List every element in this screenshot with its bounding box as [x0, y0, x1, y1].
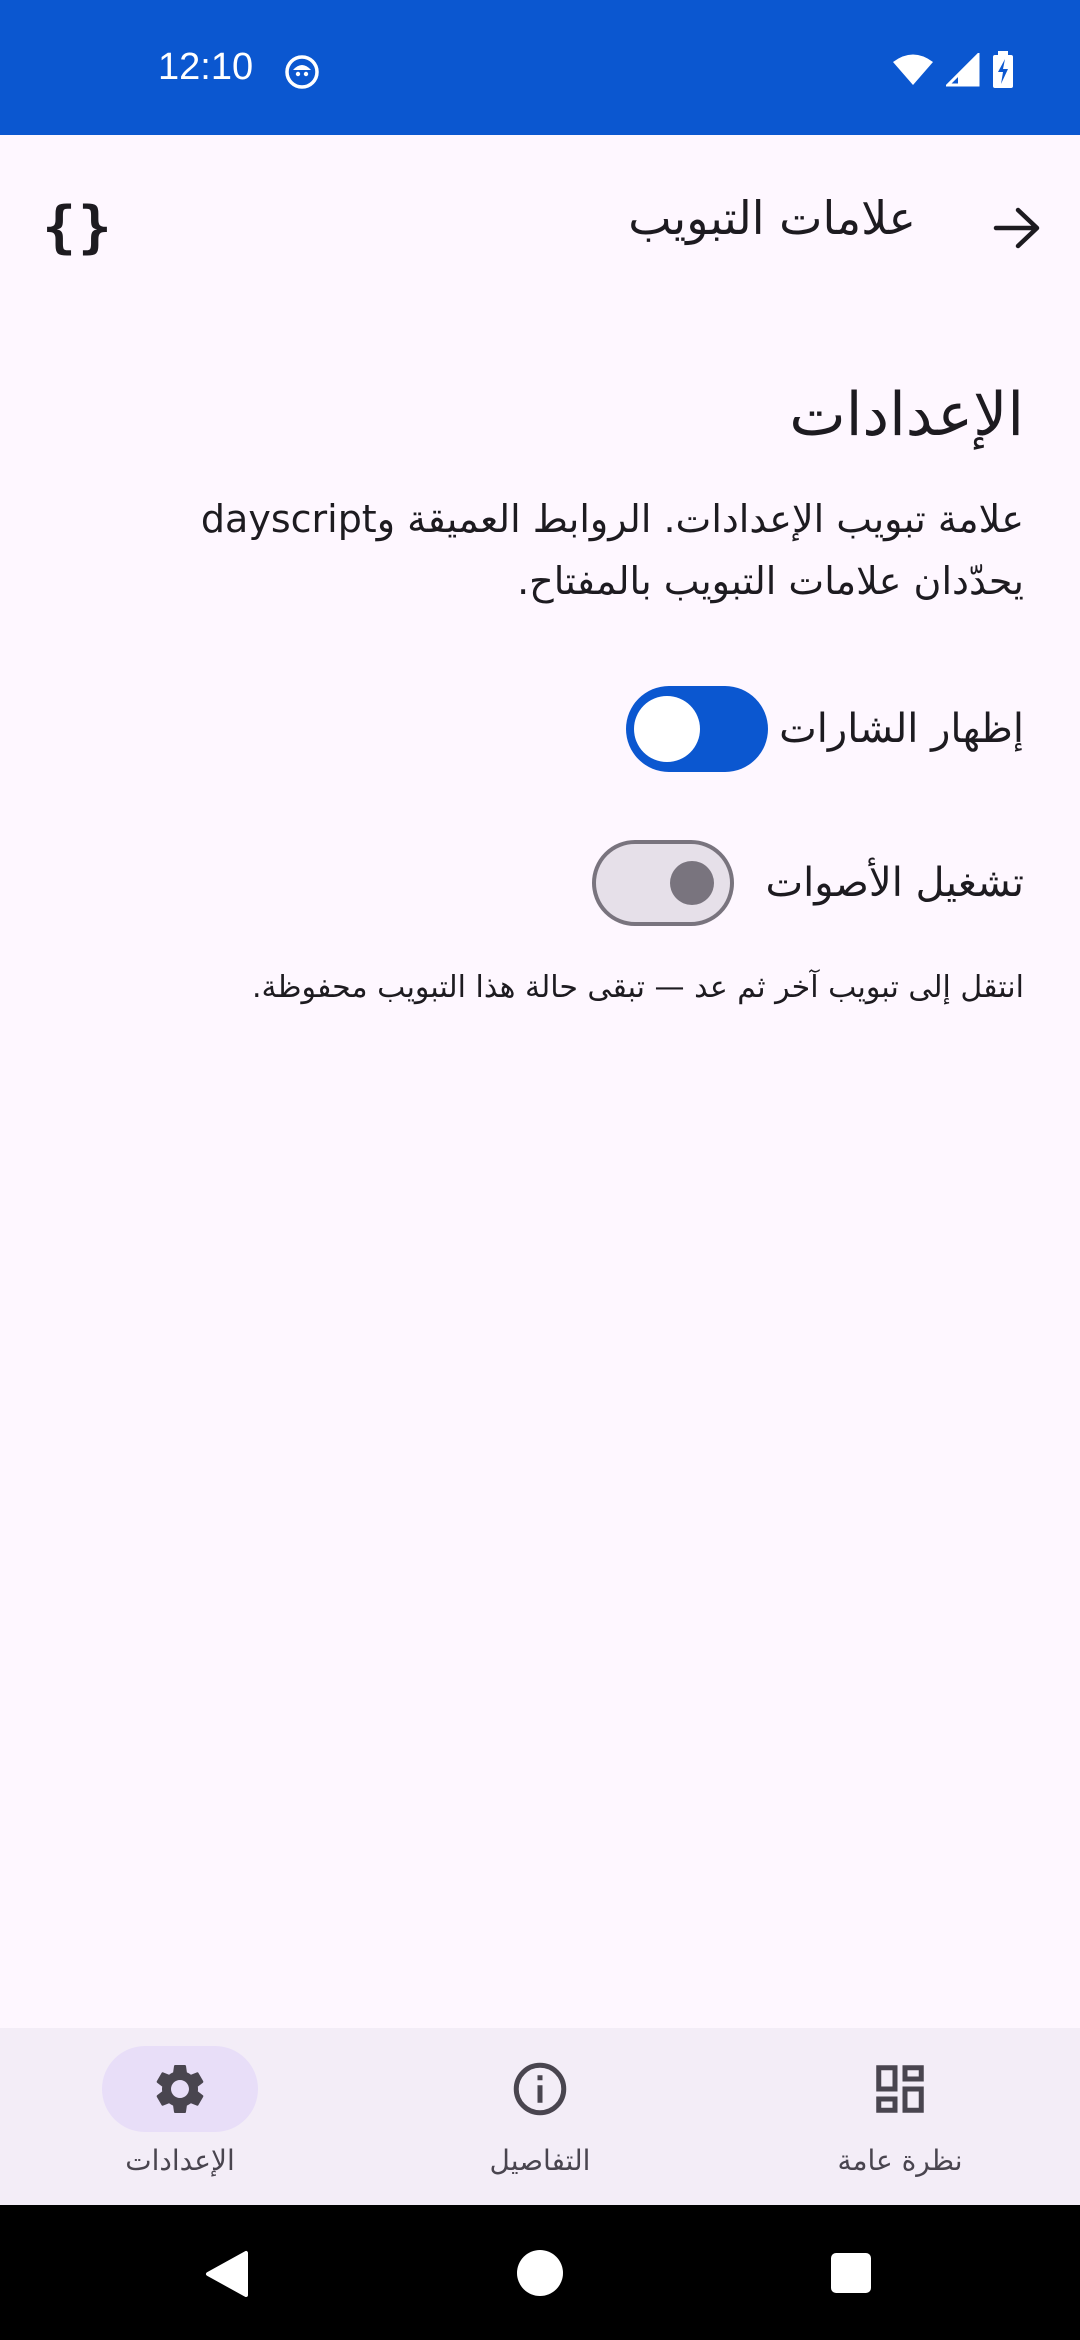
code-braces-button[interactable]: {}: [28, 187, 128, 267]
notification-app-icon: [285, 55, 319, 89]
page-title: علامات التبويب: [628, 191, 916, 245]
battery-charging-icon: [993, 51, 1013, 88]
switch-thumb: [670, 861, 714, 905]
arrow-right-icon: [993, 207, 1040, 249]
dashboard-icon: [876, 2065, 924, 2113]
show-badges-switch[interactable]: [626, 686, 768, 772]
bottom-navigation: الإعدادات التفاصيل نظرة عامة: [0, 2028, 1080, 2205]
nav-item-details[interactable]: التفاصيل: [420, 2046, 660, 2196]
home-circle-icon[interactable]: [516, 2249, 564, 2297]
play-sounds-switch[interactable]: [592, 840, 734, 926]
switch-thumb: [634, 696, 700, 762]
signal-icon: [946, 53, 980, 87]
settings-content: الإعدادات علامة تبويب الإعدادات. الروابط…: [160, 370, 1024, 612]
nav-active-indicator: [102, 2046, 258, 2132]
top-app-bar: علامات التبويب {}: [0, 135, 1080, 315]
state-hint-text: انتقل إلى تبويب آخر ثم عد — تبقى حالة هذ…: [251, 970, 1024, 1005]
system-navigation-bar: [0, 2205, 1080, 2340]
nav-icon-container: [462, 2046, 618, 2132]
status-icons: [892, 50, 1014, 90]
nav-label-overview: نظرة عامة: [837, 2144, 963, 2177]
code-braces-icon: {}: [42, 194, 114, 260]
nav-item-settings[interactable]: الإعدادات: [60, 2046, 300, 2196]
info-icon: [513, 2062, 567, 2116]
section-title: الإعدادات: [789, 380, 1024, 450]
nav-label-settings: الإعدادات: [125, 2144, 235, 2177]
gear-icon: [156, 2065, 204, 2113]
recents-square-icon[interactable]: [829, 2251, 873, 2295]
play-sounds-label: تشغيل الأصوات: [765, 860, 1024, 906]
back-triangle-icon[interactable]: [204, 2249, 250, 2299]
section-description: علامة تبويب الإعدادات. الروابط العميقة و…: [200, 497, 1024, 603]
play-sounds-row[interactable]: تشغيل الأصوات: [324, 837, 1024, 929]
show-badges-label: إظهار الشارات: [779, 706, 1024, 752]
nav-label-details: التفاصيل: [489, 2144, 591, 2177]
nav-icon-container: [822, 2046, 978, 2132]
nav-item-overview[interactable]: نظرة عامة: [780, 2046, 1020, 2196]
show-badges-row[interactable]: إظهار الشارات: [324, 683, 1024, 775]
status-bar: 12:10: [0, 0, 1080, 135]
wifi-icon: [893, 54, 933, 85]
back-button[interactable]: [984, 195, 1050, 261]
status-time: 12:10: [158, 46, 254, 88]
